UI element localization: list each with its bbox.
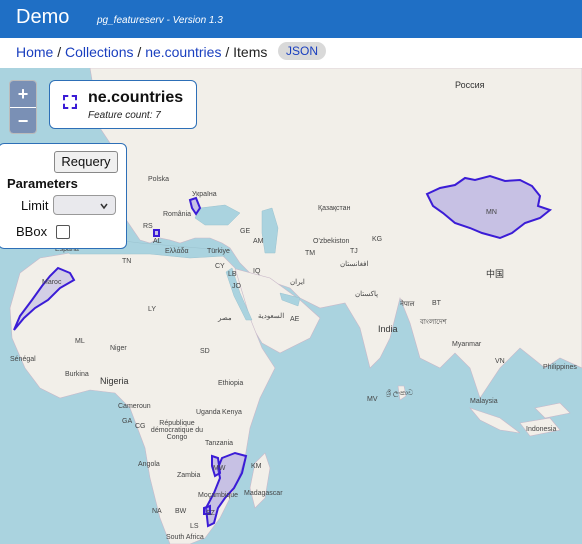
zoom-in-button[interactable]: + — [10, 81, 36, 107]
map-label-ellada: Ελλάδα — [165, 248, 189, 255]
bbox-checkbox[interactable] — [56, 225, 70, 239]
map-label-iq: IQ — [253, 268, 261, 275]
map-label-china: 中国 — [486, 269, 505, 279]
map-label-km: KM — [251, 463, 262, 470]
layer-extent-icon — [63, 95, 77, 109]
map-label-kazakhstan: Қазақстан — [318, 205, 351, 212]
map-label-malaysia: Malaysia — [470, 398, 498, 405]
app-subtitle: pg_featureserv - Version 1.3 — [97, 15, 223, 26]
map-label-cameroun: Cameroun — [118, 403, 151, 410]
map-label-ly: LY — [148, 306, 157, 313]
map-label-india: India — [378, 324, 398, 334]
map-label-indonesia: Indonesia — [526, 426, 557, 433]
map-label-sd: SD — [200, 348, 210, 355]
breadcrumb-separator: / — [57, 44, 62, 60]
map-label-jo: JO — [232, 283, 241, 290]
map-label-kg: KG — [372, 236, 383, 243]
map-label-mw: MW — [213, 465, 226, 472]
breadcrumb-separator: / — [225, 44, 230, 60]
map-label-burkina: Burkina — [65, 371, 89, 378]
map-label-pk: پاکستان — [355, 291, 379, 298]
map-label-angola: Angola — [138, 461, 160, 468]
map-label-uzbekistan: O'zbekiston — [313, 238, 350, 245]
map-label-np: नेपाल — [400, 301, 415, 308]
map-label-lk: ශ්‍රී ලංකාව — [386, 390, 414, 397]
map-label-maroc: Maroc — [42, 279, 62, 286]
map-label-philippines: Philippines — [543, 364, 577, 371]
land-madagascar — [249, 452, 271, 509]
map-label-na: NA — [152, 508, 162, 515]
map-label-tn: TN — [122, 258, 132, 265]
map-label-mv: MV — [367, 396, 378, 403]
chevron-down-icon — [100, 203, 108, 210]
map-label-ukraine: Україна — [192, 191, 217, 198]
map-label-myanmar: Myanmar — [452, 341, 482, 348]
feature-count: Feature count: 7 — [88, 110, 161, 121]
bbox-label: BBox — [16, 224, 48, 239]
map-label-russia: Россия — [455, 80, 485, 90]
map-label-ga: GA — [122, 418, 133, 425]
map-label-nigeria: Nigeria — [100, 376, 129, 386]
map-label-kenya: Kenya — [222, 409, 242, 416]
map-label-south-africa: South Africa — [166, 534, 204, 541]
parameters-panel: Requery Parameters Limit BBox — [0, 143, 127, 249]
map-label-mongolia: MN — [486, 209, 497, 216]
map-label-cy: CY — [215, 263, 225, 270]
map-label-romania: România — [163, 211, 192, 218]
map-label-niger: Niger — [110, 345, 127, 352]
map-label-mocambique: Moçambique — [198, 492, 239, 499]
breadcrumb-collection[interactable]: ne.countries — [145, 44, 221, 60]
limit-label: Limit — [21, 198, 49, 213]
map-label-sz: SZ — [206, 510, 215, 517]
layer-info-panel: ne.countries Feature count: 7 — [49, 80, 197, 129]
map-label-ge: GE — [240, 228, 251, 235]
feature-kosovo — [153, 229, 160, 237]
map-label-polska: Polska — [148, 176, 170, 183]
map-label-lb: LB — [228, 271, 237, 278]
map-label-vn: VN — [495, 358, 505, 365]
map-label-ae: AE — [290, 316, 300, 323]
zoom-out-button[interactable]: − — [10, 107, 36, 133]
requery-button[interactable]: Requery — [54, 151, 118, 173]
breadcrumb-collections[interactable]: Collections — [65, 44, 133, 60]
map-label-sa: السعودية — [258, 313, 285, 320]
app-title[interactable]: Demo — [16, 6, 69, 29]
map-label-turkey: Türkiye — [207, 248, 230, 255]
map-label-tanzania: Tanzania — [205, 440, 234, 447]
basemap — [9, 68, 582, 544]
zoom-control: + − — [9, 80, 37, 134]
map-label-ls: LS — [190, 523, 199, 530]
map-label-al: AL — [153, 238, 162, 245]
breadcrumb-home[interactable]: Home — [16, 44, 53, 60]
map-view[interactable]: Россия Қазақстан O'zbekiston MN 中国 India… — [0, 68, 582, 544]
breadcrumb-separator: / — [137, 44, 142, 60]
map-label-ml: ML — [75, 338, 85, 345]
map-label-ir: ایران — [290, 279, 305, 286]
map-label-tj: TJ — [350, 248, 358, 255]
map-label-bt: BT — [432, 300, 441, 307]
map-label-bw: BW — [175, 508, 187, 515]
map-label-tm: TM — [305, 250, 316, 257]
map-label-rs: RS — [143, 223, 153, 230]
layer-name: ne.countries — [88, 89, 184, 106]
json-link-button[interactable]: JSON — [278, 42, 326, 60]
map-label-ethiopia: Ethiopia — [218, 380, 244, 387]
breadcrumb-current: Items — [233, 44, 268, 60]
map-label-egypt: مصر — [218, 315, 232, 322]
limit-select[interactable] — [53, 195, 116, 215]
map-label-uganda: Uganda — [196, 409, 221, 416]
app-header: Demo pg_featureserv - Version 1.3 — [0, 0, 582, 38]
map-label-bd: বাংলাদেশ — [420, 319, 447, 326]
map-label-af: افغانستان — [340, 261, 369, 268]
parameters-title: Parameters — [7, 176, 78, 191]
map-label-drc: République démocratique du Congo — [150, 420, 204, 441]
map-label-madagascar: Madagascar — [244, 490, 283, 497]
map-label-am: AM — [253, 238, 264, 245]
map-label-senegal: Sénégal — [10, 356, 36, 363]
map-label-cg: CG — [135, 423, 146, 430]
map-label-zambia: Zambia — [177, 472, 201, 479]
